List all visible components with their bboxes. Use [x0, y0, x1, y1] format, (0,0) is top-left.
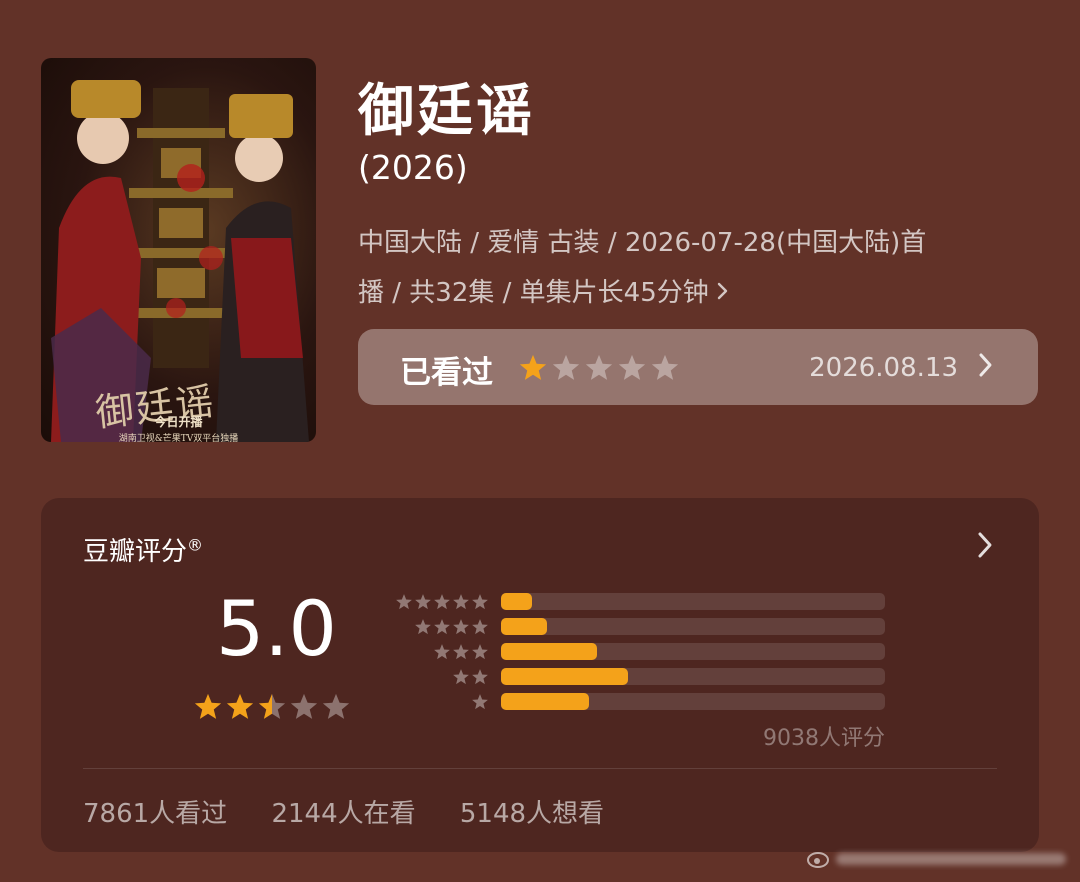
show-meta[interactable]: 中国大陆 / 爱情 古装 / 2026-07-28(中国大陆)首 播 / 共32…: [358, 218, 1018, 318]
distribution-row-5-star: [389, 590, 889, 615]
star-gray-icon: [434, 644, 450, 660]
chevron-right-icon: [717, 278, 729, 308]
stat-watched: 7861人看过: [83, 799, 228, 829]
star-empty-icon: [651, 354, 679, 380]
watched-date: 2026.08.13: [809, 353, 958, 383]
douban-rating-panel[interactable]: 豆瓣评分® 5.0 9038人评分 7861人看过 2144人在看 5148人想…: [41, 498, 1039, 852]
douban-score: 5.0: [216, 584, 337, 673]
watched-status-button[interactable]: 已看过 2026.08.13: [358, 329, 1038, 405]
distribution-bar-track: [501, 668, 885, 685]
distribution-bar-track: [501, 593, 885, 610]
divider: [83, 768, 997, 769]
distribution-bar-track: [501, 618, 885, 635]
distribution-bar-track: [501, 693, 885, 710]
star-gray-icon: [434, 619, 450, 635]
distribution-bar-fill: [501, 643, 597, 660]
watermark-blurred-text: [836, 853, 1066, 865]
distribution-star-label: [433, 643, 489, 661]
stat-want: 5148人想看: [459, 799, 605, 829]
watched-label: 已看过: [400, 355, 493, 391]
star-gray-icon: [415, 619, 431, 635]
poster-image[interactable]: 御廷谣 今日开播 湖南卫视&芒果TV双平台独播: [41, 58, 316, 442]
star-half-icon: [258, 693, 286, 719]
star-empty-icon: [618, 354, 646, 380]
distribution-bar-fill: [501, 668, 628, 685]
star-gray-icon: [453, 644, 469, 660]
star-gray-icon: [472, 594, 488, 610]
star-empty-icon: [552, 354, 580, 380]
distribution-row-3-star: [389, 640, 889, 665]
rating-distribution: [389, 590, 889, 715]
distribution-star-label: [395, 593, 489, 611]
poster-subcaption: 湖南卫视&芒果TV双平台独播: [118, 434, 239, 442]
user-rating-stars: [518, 353, 680, 383]
registered-mark: ®: [187, 535, 204, 555]
star-gray-icon: [453, 594, 469, 610]
star-gray-icon: [453, 669, 469, 685]
meta-line-2: 播 / 共32集 / 单集片长45分钟: [358, 268, 1018, 318]
distribution-row-2-star: [389, 665, 889, 690]
star-filled-icon: [226, 693, 254, 719]
score-stars: [193, 692, 351, 722]
star-gray-icon: [472, 669, 488, 685]
meta-line-1: 中国大陆 / 爱情 古装 / 2026-07-28(中国大陆)首: [358, 228, 927, 258]
rating-count: 9038人评分: [763, 726, 885, 751]
distribution-bar-fill: [501, 593, 532, 610]
star-gray-icon: [472, 644, 488, 660]
distribution-row-4-star: [389, 615, 889, 640]
distribution-star-label: [414, 618, 489, 636]
weibo-icon: [806, 847, 832, 875]
douban-rating-title: 豆瓣评分®: [83, 531, 203, 568]
star-filled-icon: [194, 693, 222, 719]
show-year: (2026): [358, 148, 468, 187]
distribution-bar-track: [501, 643, 885, 660]
star-gray-icon: [472, 694, 488, 710]
distribution-star-label: [452, 668, 489, 686]
star-gray-icon: [472, 619, 488, 635]
watch-stats: 7861人看过 2144人在看 5148人想看: [83, 793, 640, 830]
distribution-row-1-star: [389, 690, 889, 715]
star-gray-icon: [453, 619, 469, 635]
distribution-star-label: [471, 693, 489, 711]
douban-rating-title-text: 豆瓣评分: [83, 537, 188, 567]
show-title: 御廷谣: [358, 79, 535, 144]
star-empty-icon: [290, 693, 318, 719]
star-gray-icon: [396, 594, 412, 610]
star-gray-icon: [415, 594, 431, 610]
star-empty-icon: [322, 693, 350, 719]
chevron-right-icon[interactable]: [977, 530, 995, 564]
poster-caption: 今日开播: [154, 415, 203, 429]
distribution-bar-fill: [501, 618, 548, 635]
stat-watching: 2144人在看: [271, 799, 416, 829]
star-filled-icon: [519, 354, 547, 380]
chevron-right-icon: [978, 351, 994, 383]
star-gray-icon: [434, 594, 450, 610]
star-empty-icon: [585, 354, 613, 380]
distribution-bar-fill: [501, 693, 590, 710]
meta-line-2-text: 播 / 共32集 / 单集片长45分钟: [358, 278, 709, 308]
watermark: [806, 845, 1068, 873]
